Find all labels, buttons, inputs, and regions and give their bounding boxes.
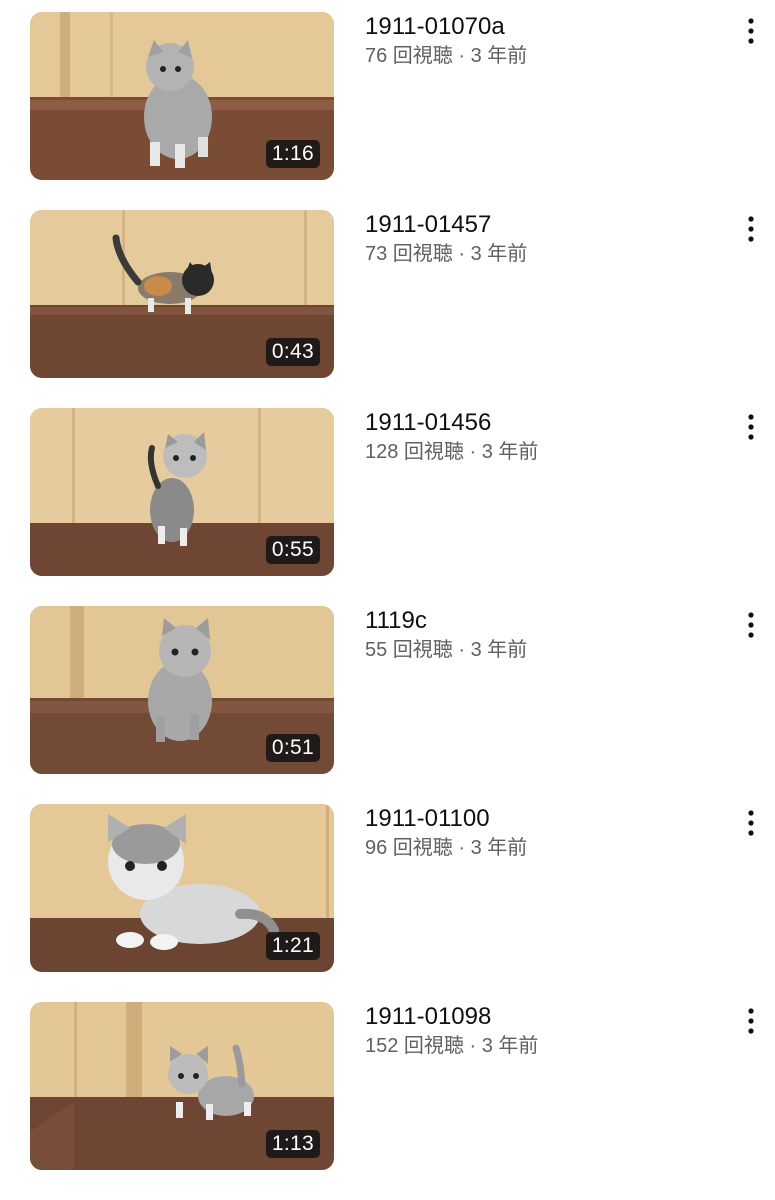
upload-age: 3 年前 <box>470 45 528 67</box>
separator-dot: · <box>469 441 477 463</box>
video-item[interactable]: 0:43 1911-01457 73 回視聴 · 3 年前 <box>0 210 775 408</box>
view-count: 96 回視聴 <box>365 837 453 859</box>
duration-badge: 0:51 <box>265 734 320 762</box>
video-title[interactable]: 1119c <box>365 606 725 636</box>
duration-badge: 1:16 <box>265 140 320 168</box>
more-options-button[interactable] <box>738 608 764 642</box>
duration-badge: 0:55 <box>265 536 320 564</box>
video-stats: 96 回視聴 · 3 年前 <box>365 834 725 862</box>
video-stats: 55 回視聴 · 3 年前 <box>365 636 725 664</box>
video-list: 1:16 1911-01070a 76 回視聴 · 3 年前 0:43 1911… <box>0 12 775 1200</box>
view-count: 55 回視聴 <box>365 639 453 661</box>
video-meta: 1911-01100 96 回視聴 · 3 年前 <box>365 804 725 862</box>
view-count: 73 回視聴 <box>365 243 453 265</box>
video-meta: 1911-01098 152 回視聴 · 3 年前 <box>365 1002 725 1060</box>
video-thumbnail[interactable]: 0:51 <box>30 606 334 774</box>
video-meta: 1911-01457 73 回視聴 · 3 年前 <box>365 210 725 268</box>
upload-age: 3 年前 <box>470 639 528 661</box>
more-vert-icon <box>748 216 754 242</box>
more-vert-icon <box>748 612 754 638</box>
view-count: 152 回視聴 <box>365 1035 464 1057</box>
more-vert-icon <box>748 18 754 44</box>
video-thumbnail[interactable]: 1:16 <box>30 12 334 180</box>
video-thumbnail[interactable]: 0:43 <box>30 210 334 378</box>
separator-dot: · <box>469 1035 477 1057</box>
video-item[interactable]: 0:51 1119c 55 回視聴 · 3 年前 <box>0 606 775 804</box>
video-item[interactable]: 0:55 1911-01456 128 回視聴 · 3 年前 <box>0 408 775 606</box>
video-stats: 152 回視聴 · 3 年前 <box>365 1032 725 1060</box>
video-stats: 73 回視聴 · 3 年前 <box>365 240 725 268</box>
video-stats: 76 回視聴 · 3 年前 <box>365 42 725 70</box>
upload-age: 3 年前 <box>470 837 528 859</box>
more-options-button[interactable] <box>738 1004 764 1038</box>
more-options-button[interactable] <box>738 14 764 48</box>
more-options-button[interactable] <box>738 410 764 444</box>
video-thumbnail[interactable]: 1:21 <box>30 804 334 972</box>
separator-dot: · <box>458 45 466 67</box>
duration-badge: 1:21 <box>265 932 320 960</box>
separator-dot: · <box>458 639 466 661</box>
separator-dot: · <box>458 243 466 265</box>
duration-badge: 1:13 <box>265 1130 320 1158</box>
more-options-button[interactable] <box>738 806 764 840</box>
video-meta: 1911-01070a 76 回視聴 · 3 年前 <box>365 12 725 70</box>
view-count: 128 回視聴 <box>365 441 464 463</box>
video-thumbnail[interactable]: 0:55 <box>30 408 334 576</box>
video-item[interactable]: 1:21 1911-01100 96 回視聴 · 3 年前 <box>0 804 775 1002</box>
video-meta: 1911-01456 128 回視聴 · 3 年前 <box>365 408 725 466</box>
video-meta: 1119c 55 回視聴 · 3 年前 <box>365 606 725 664</box>
view-count: 76 回視聴 <box>365 45 453 67</box>
video-title[interactable]: 1911-01457 <box>365 210 725 240</box>
more-vert-icon <box>748 1008 754 1034</box>
video-stats: 128 回視聴 · 3 年前 <box>365 438 725 466</box>
video-item[interactable]: 1:13 1911-01098 152 回視聴 · 3 年前 <box>0 1002 775 1200</box>
video-item[interactable]: 1:16 1911-01070a 76 回視聴 · 3 年前 <box>0 12 775 210</box>
video-title[interactable]: 1911-01098 <box>365 1002 725 1032</box>
video-title[interactable]: 1911-01070a <box>365 12 725 42</box>
upload-age: 3 年前 <box>470 243 528 265</box>
video-title[interactable]: 1911-01456 <box>365 408 725 438</box>
video-title[interactable]: 1911-01100 <box>365 804 725 834</box>
more-options-button[interactable] <box>738 212 764 246</box>
video-thumbnail[interactable]: 1:13 <box>30 1002 334 1170</box>
more-vert-icon <box>748 810 754 836</box>
upload-age: 3 年前 <box>481 441 539 463</box>
upload-age: 3 年前 <box>481 1035 539 1057</box>
separator-dot: · <box>458 837 466 859</box>
duration-badge: 0:43 <box>265 338 320 366</box>
more-vert-icon <box>748 414 754 440</box>
